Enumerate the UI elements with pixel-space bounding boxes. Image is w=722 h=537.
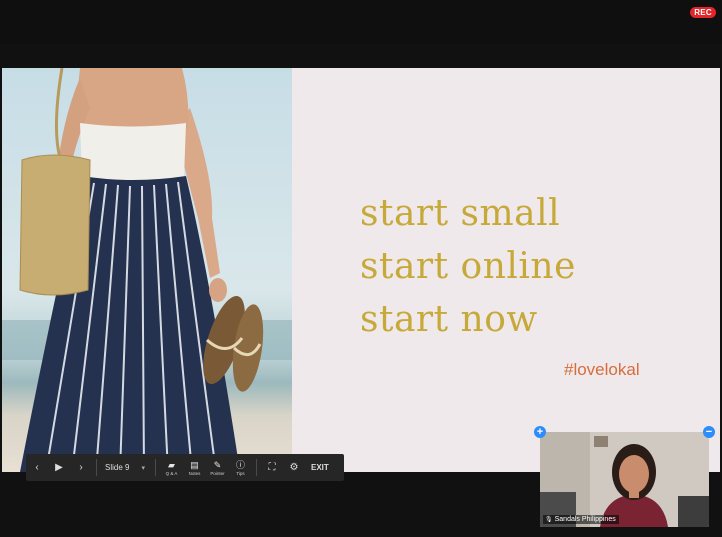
minus-icon[interactable]: −: [703, 426, 715, 438]
slide-line-3: start now: [360, 299, 538, 340]
notes-icon: ▤: [190, 459, 199, 470]
slide-line-1: start small: [360, 193, 561, 234]
participant-video[interactable]: 🎙 Sandals Philippines: [540, 432, 709, 527]
pointer-button[interactable]: ✎ Pointer: [206, 454, 229, 481]
qa-button[interactable]: ▰ Q & A: [160, 454, 183, 481]
divider: [154, 459, 156, 476]
pointer-label: Pointer: [210, 470, 225, 476]
tips-button[interactable]: ⓘ Tips: [229, 454, 252, 481]
chevron-left-icon[interactable]: ‹: [26, 454, 48, 481]
info-icon: ⓘ: [235, 459, 245, 470]
notes-button[interactable]: ▤ Notes: [183, 454, 206, 481]
pointer-icon: ✎: [213, 459, 222, 470]
presentation-controls: ‹ ▶ › Slide 9 ▾ ▰ Q & A ▤ Notes ✎ Pointe…: [26, 454, 344, 481]
plus-icon[interactable]: +: [534, 426, 546, 438]
slide-selector-label: Slide 9: [105, 463, 130, 472]
divider: [255, 459, 257, 476]
exit-button[interactable]: EXIT: [305, 463, 335, 472]
microphone-icon: 🎙: [545, 517, 553, 523]
slide-line-2: start online: [360, 246, 576, 287]
tips-label: Tips: [236, 470, 245, 476]
participant-name: Sandals Philippines: [554, 516, 616, 523]
qa-label: Q & A: [165, 470, 178, 476]
participant-name-tag: 🎙 Sandals Philippines: [543, 515, 619, 524]
slide-selector[interactable]: Slide 9 ▾: [105, 463, 145, 472]
top-bar: REC: [0, 0, 722, 44]
chevron-right-icon[interactable]: ›: [70, 454, 92, 481]
gear-icon[interactable]: ⚙: [283, 454, 305, 481]
recording-badge: REC: [690, 7, 716, 18]
notes-label: Notes: [188, 470, 201, 476]
play-icon[interactable]: ▶: [48, 454, 70, 481]
slide-hashtag: #lovelokal: [564, 360, 640, 379]
caret-down-icon: ▾: [141, 464, 145, 472]
divider: [96, 459, 97, 476]
fullscreen-icon[interactable]: ⛶: [261, 454, 283, 481]
presentation-slide: start small start online start now #love…: [2, 68, 720, 472]
slide-photo: [2, 68, 292, 472]
qa-icon: ▰: [168, 459, 175, 470]
